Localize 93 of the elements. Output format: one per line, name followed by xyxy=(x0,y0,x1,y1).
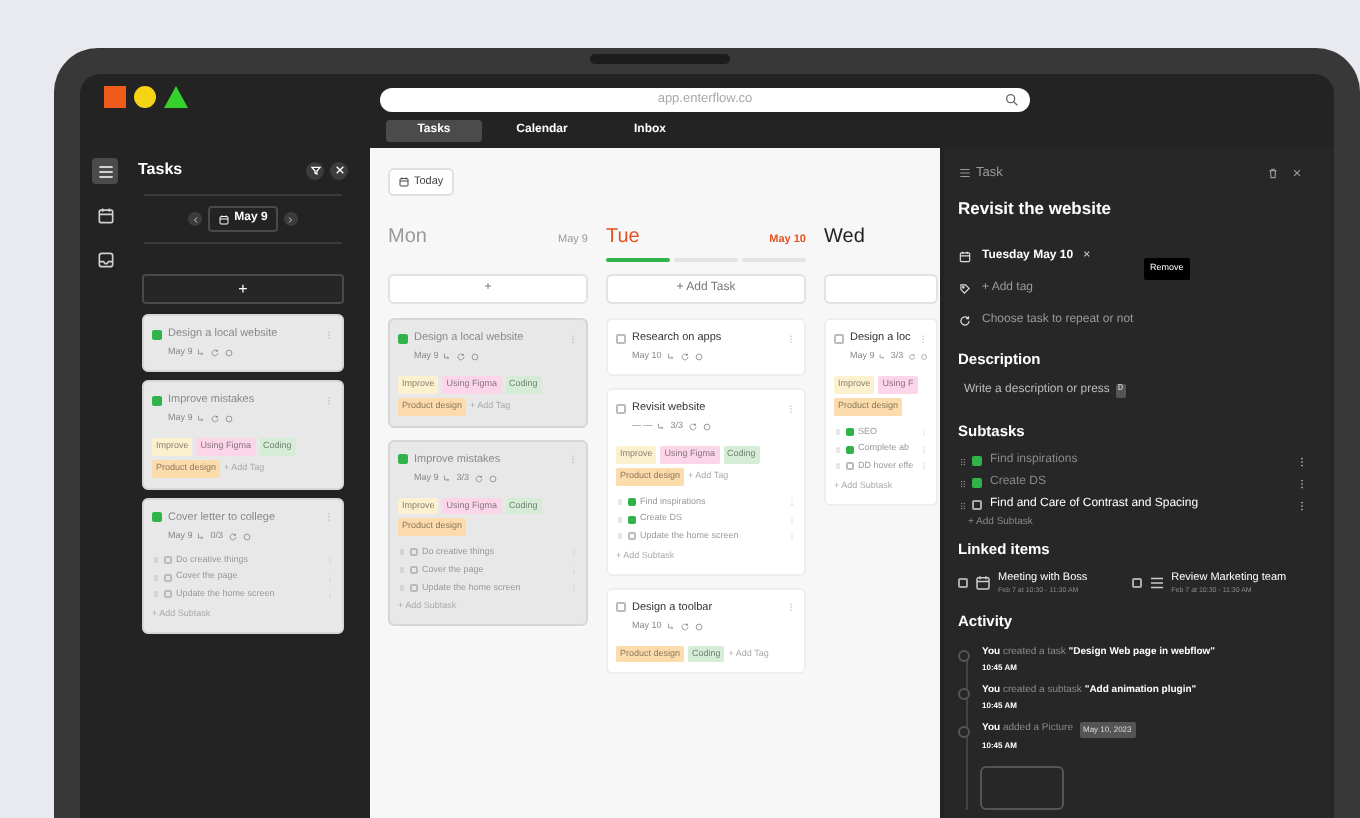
checkbox[interactable] xyxy=(616,403,626,414)
checkbox[interactable] xyxy=(628,497,636,506)
next-button[interactable] xyxy=(283,212,298,226)
circle-icon xyxy=(224,348,235,359)
checkbox[interactable] xyxy=(958,578,968,588)
subtask-icon xyxy=(665,352,676,363)
day-heading: Wed xyxy=(824,224,865,252)
subtask-icon xyxy=(878,352,887,363)
filter-button[interactable] xyxy=(306,161,324,179)
list-icon xyxy=(958,166,972,181)
checkbox[interactable] xyxy=(410,548,418,557)
repeat-icon xyxy=(679,621,690,632)
checkbox[interactable] xyxy=(846,427,854,436)
checkbox[interactable] xyxy=(834,333,844,344)
add-task-button[interactable]: + xyxy=(142,274,344,304)
repeat-icon xyxy=(907,352,916,363)
subtask-icon xyxy=(656,422,667,433)
checkbox[interactable] xyxy=(972,456,982,466)
checkbox[interactable] xyxy=(1131,578,1142,588)
more-icon[interactable] xyxy=(1296,455,1308,467)
repeat-icon xyxy=(958,313,972,327)
checkbox[interactable] xyxy=(616,333,626,344)
list-icon xyxy=(1147,574,1166,592)
checkbox[interactable] xyxy=(972,478,982,488)
circle-icon xyxy=(224,414,235,425)
calendar-icon xyxy=(398,176,410,188)
checkbox[interactable] xyxy=(616,602,626,613)
more-icon[interactable] xyxy=(1296,477,1308,489)
checkbox[interactable] xyxy=(398,333,408,344)
calendar-icon xyxy=(95,205,115,225)
add-task-button[interactable] xyxy=(824,274,938,304)
calendar-icon xyxy=(218,213,231,225)
chevron-left-icon xyxy=(189,213,202,225)
checkbox[interactable] xyxy=(398,454,408,465)
triangle-icon[interactable] xyxy=(164,86,188,108)
tag-icon xyxy=(958,281,972,295)
delete-icon[interactable] xyxy=(1266,166,1280,181)
checkbox[interactable] xyxy=(164,590,172,599)
checkbox[interactable] xyxy=(152,512,162,523)
subtask-icon xyxy=(196,414,207,425)
inbox-icon xyxy=(95,249,115,269)
close-icon[interactable] xyxy=(1290,166,1304,181)
checkbox[interactable] xyxy=(152,395,162,406)
circle-icon xyxy=(701,422,712,433)
task-title: Revisit the website xyxy=(958,195,1114,221)
close-button[interactable] xyxy=(330,161,348,179)
checkbox[interactable] xyxy=(846,445,854,454)
calendar-icon xyxy=(974,574,992,592)
drag-handle-icon[interactable] xyxy=(958,477,968,489)
subtask-icon xyxy=(196,531,207,542)
circle-icon xyxy=(470,352,481,363)
subtask-icon xyxy=(442,352,453,363)
repeat-icon xyxy=(210,414,221,425)
circle-icon xyxy=(693,352,704,363)
previous-button[interactable] xyxy=(188,212,203,226)
repeat-icon xyxy=(210,348,221,359)
repeat-icon xyxy=(679,352,690,363)
close-icon xyxy=(331,162,347,178)
checkbox[interactable] xyxy=(628,515,636,524)
circle-icon xyxy=(241,531,252,542)
checkbox[interactable] xyxy=(164,555,172,564)
checkbox[interactable] xyxy=(152,329,162,340)
subtask-icon xyxy=(442,473,453,484)
picture-placeholder xyxy=(980,765,1064,809)
day-heading: Tue xyxy=(606,224,640,252)
panel-title: Tasks xyxy=(138,158,183,182)
repeat-icon xyxy=(227,531,238,542)
checkbox[interactable] xyxy=(410,583,418,592)
menu-button[interactable] xyxy=(92,158,118,184)
repeat-icon xyxy=(456,352,467,363)
square-icon[interactable] xyxy=(104,86,126,108)
repeat-icon xyxy=(473,473,484,484)
day-heading: Mon xyxy=(388,224,427,252)
checkbox[interactable] xyxy=(410,566,418,575)
checkbox[interactable] xyxy=(628,532,636,541)
repeat-icon xyxy=(687,422,698,433)
filter-icon xyxy=(307,162,323,178)
circle-icon xyxy=(487,473,498,484)
calendar-icon xyxy=(958,249,972,263)
drag-handle-icon[interactable] xyxy=(958,499,968,511)
more-icon[interactable] xyxy=(1296,499,1308,511)
drag-handle-icon[interactable] xyxy=(958,455,968,467)
circle-icon xyxy=(919,352,928,363)
chevron-right-icon xyxy=(284,213,297,225)
subtask-icon xyxy=(196,348,207,359)
menu-icon xyxy=(95,161,115,181)
circle-icon xyxy=(693,621,704,632)
subtask-icon xyxy=(665,621,676,632)
checkbox[interactable] xyxy=(972,500,982,510)
checkbox[interactable] xyxy=(846,462,854,471)
search-icon[interactable] xyxy=(1004,92,1020,108)
checkbox[interactable] xyxy=(164,573,172,582)
camera-notch xyxy=(590,54,730,64)
